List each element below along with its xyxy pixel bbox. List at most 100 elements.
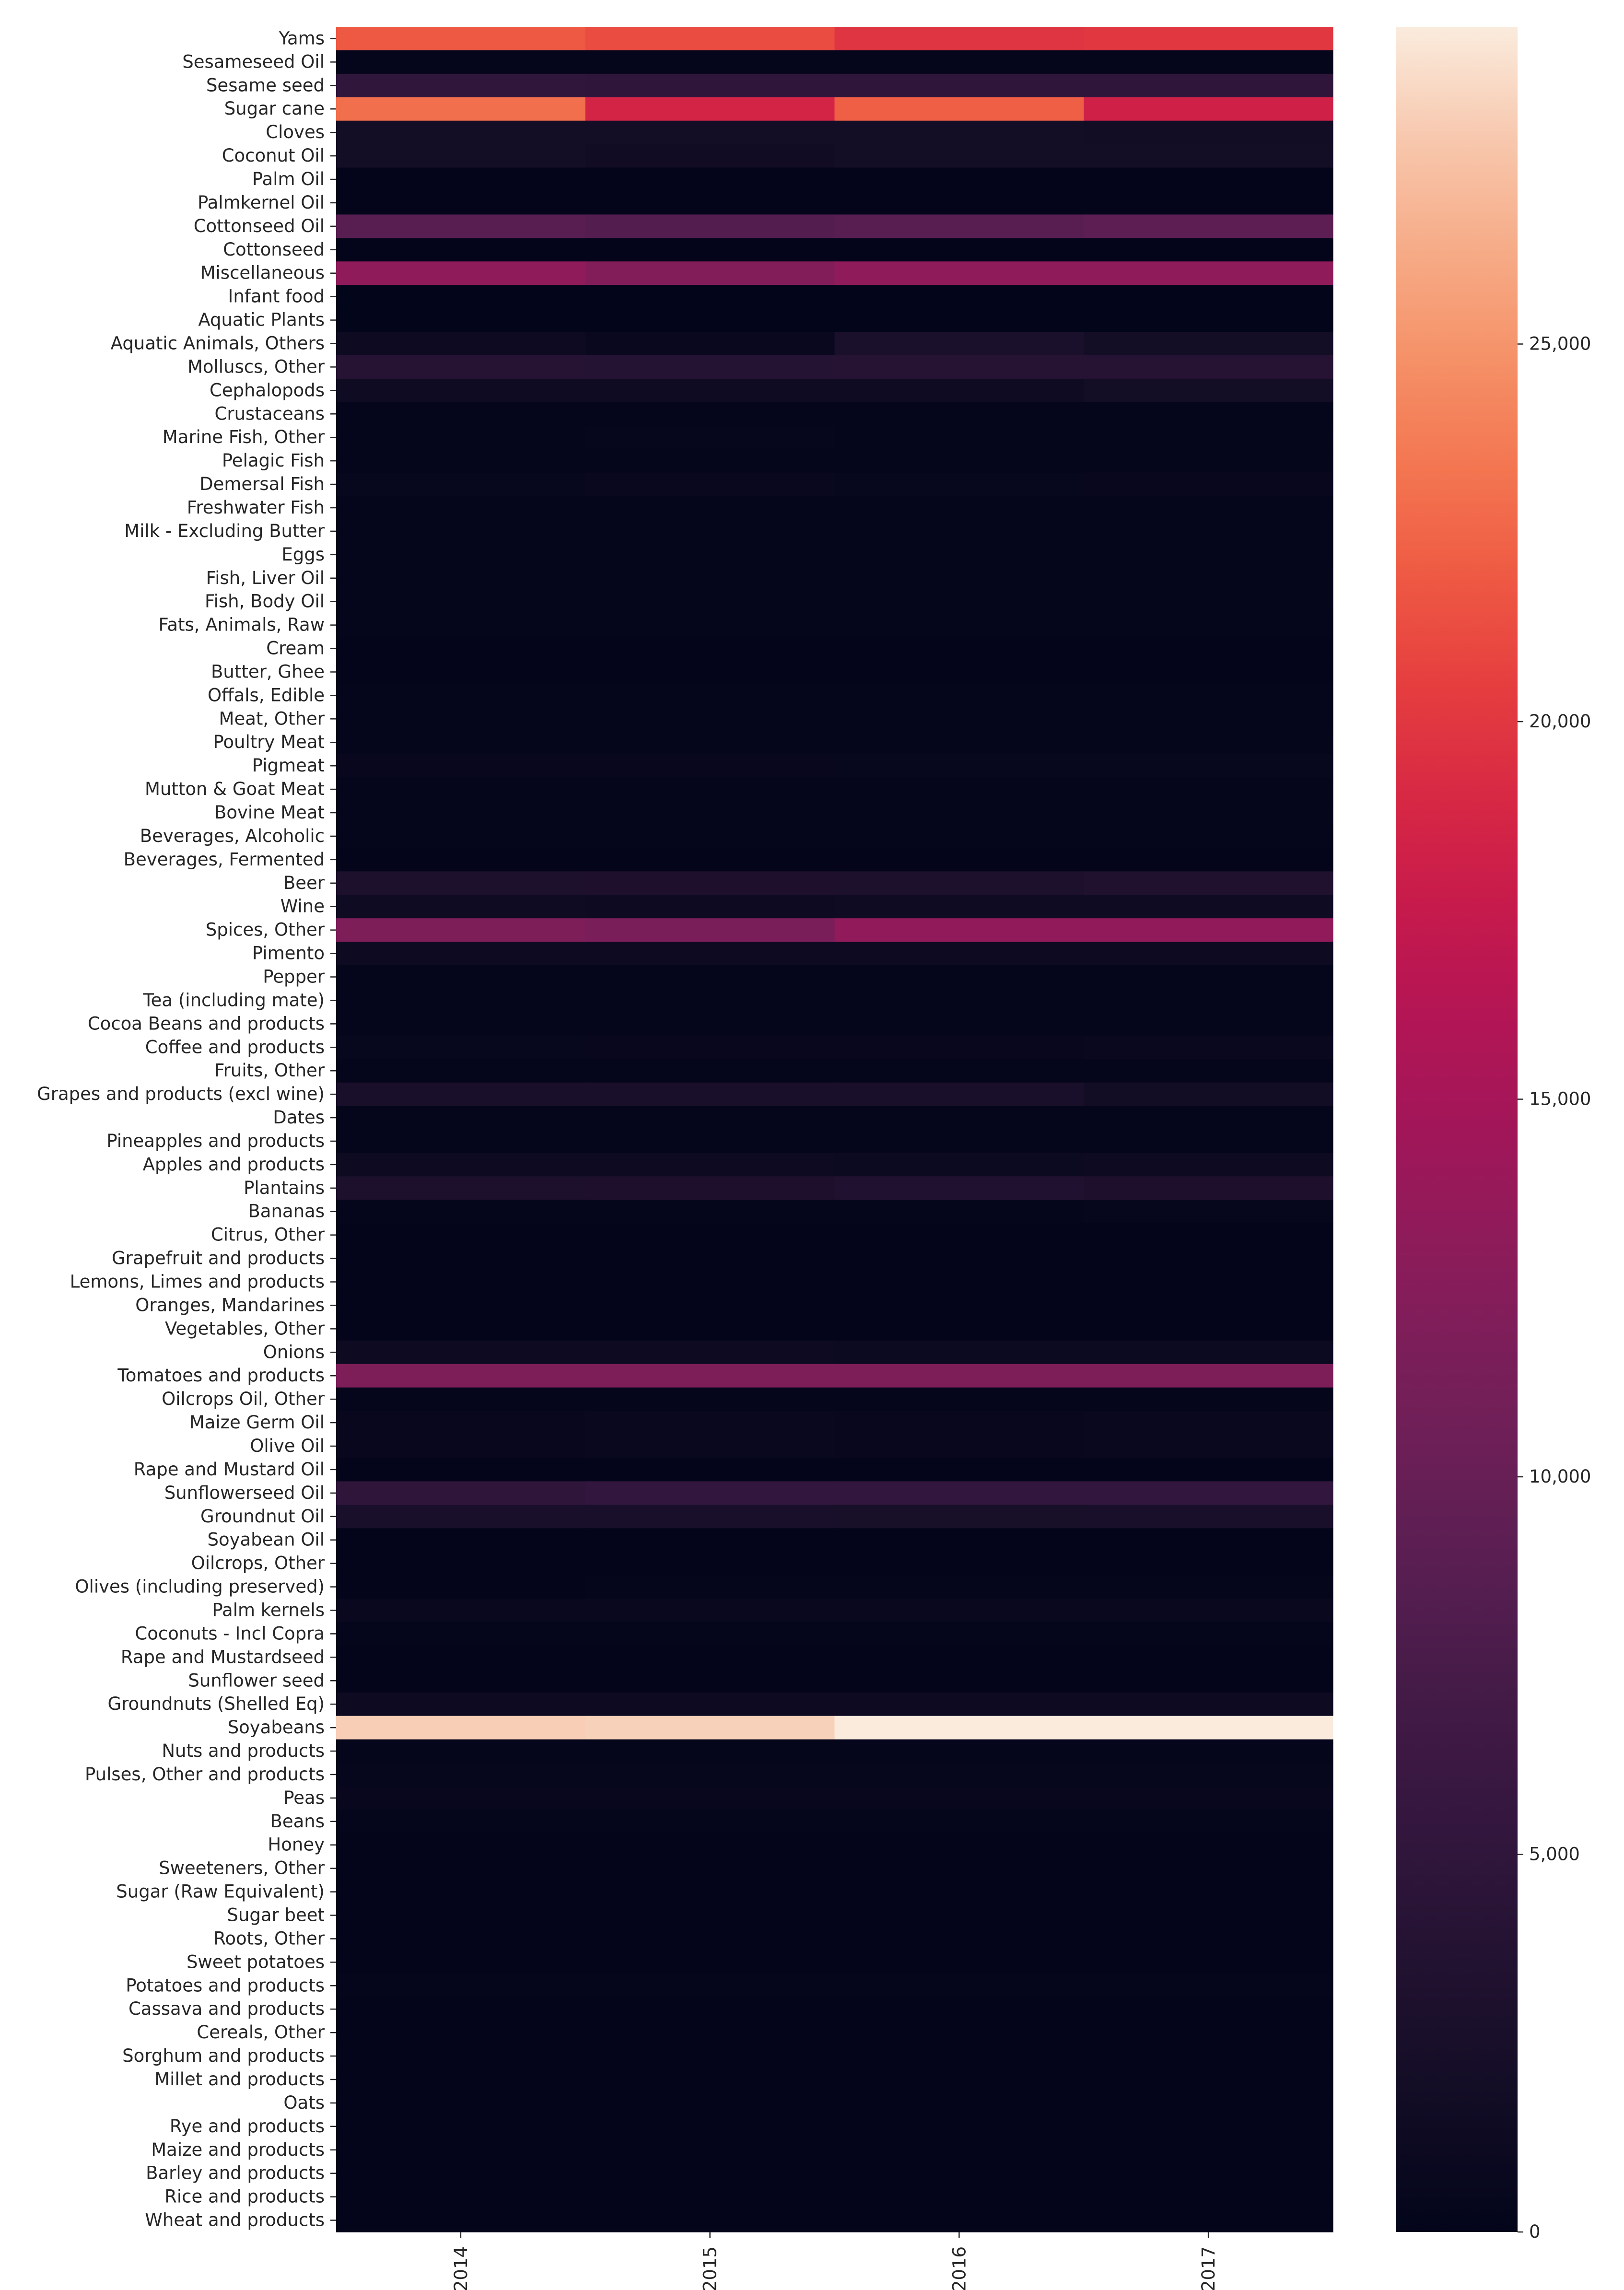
heatmap-cell xyxy=(585,1082,835,1107)
heatmap-cell xyxy=(834,27,1084,51)
heatmap-cell xyxy=(585,1599,835,1623)
heatmap-cell xyxy=(336,2161,586,2185)
y-tick-label: Fats, Animals, Raw xyxy=(158,615,325,635)
y-tick-label: Cephalopods xyxy=(210,380,325,400)
heatmap-cell xyxy=(336,988,586,1013)
heatmap-cell xyxy=(336,1810,586,1834)
heatmap-cell xyxy=(336,402,586,426)
heatmap-cell xyxy=(336,1599,586,1623)
heatmap-cell xyxy=(1084,1012,1333,1036)
heatmap-cell xyxy=(336,660,586,684)
y-tick-label: Pepper xyxy=(263,966,325,987)
heatmap-cell xyxy=(834,848,1084,872)
heatmap-cell xyxy=(834,965,1084,989)
heatmap-cell xyxy=(834,2208,1084,2232)
heatmap-cell xyxy=(834,1739,1084,1764)
heatmap-cell xyxy=(336,308,586,332)
heatmap-cell xyxy=(585,1997,835,2021)
heatmap-cell xyxy=(1084,2021,1333,2045)
heatmap-cell xyxy=(1084,2208,1333,2232)
heatmap-cell xyxy=(1084,918,1333,942)
heatmap-cell xyxy=(834,1176,1084,1200)
heatmap-cell xyxy=(834,543,1084,567)
heatmap-cell xyxy=(834,1270,1084,1294)
heatmap-cell xyxy=(834,120,1084,145)
heatmap-cell xyxy=(834,942,1084,966)
heatmap-cell xyxy=(336,965,586,989)
heatmap-cell xyxy=(585,1833,835,1857)
heatmap-cell xyxy=(336,2185,586,2209)
y-tick-label: Spices, Other xyxy=(206,920,325,940)
heatmap-cell xyxy=(1084,1481,1333,1505)
x-tick-label: 2014 xyxy=(451,2246,471,2290)
y-tick-label: Sugar cane xyxy=(224,98,325,119)
heatmap-cell xyxy=(585,2185,835,2209)
y-tick-label: Fish, Liver Oil xyxy=(206,568,325,588)
heatmap-cell xyxy=(1084,2091,1333,2115)
heatmap-cell xyxy=(834,73,1084,98)
heatmap-cell xyxy=(834,1458,1084,1482)
heatmap-cell xyxy=(1084,472,1333,497)
heatmap-cell xyxy=(336,1458,586,1482)
heatmap-cell xyxy=(336,1880,586,1904)
colorbar-tick-label: 25,000 xyxy=(1529,334,1591,354)
heatmap-cell xyxy=(336,1434,586,1459)
y-tick-label: Peas xyxy=(283,1788,325,1808)
heatmap-cell xyxy=(834,1880,1084,1904)
heatmap-cell xyxy=(585,425,835,450)
y-tick-label: Fish, Body Oil xyxy=(205,591,325,612)
heatmap-cell xyxy=(1084,1950,1333,1975)
heatmap-cell xyxy=(585,378,835,403)
heatmap-cell xyxy=(336,238,586,262)
heatmap-cell xyxy=(834,1247,1084,1271)
y-tick-label: Sweet potatoes xyxy=(187,1951,325,1972)
heatmap-cell xyxy=(1084,1082,1333,1107)
colorbar-gradient xyxy=(1396,27,1518,2232)
heatmap-cell xyxy=(336,777,586,802)
y-tick-label: Oats xyxy=(283,2092,325,2113)
y-tick-label: Pelagic Fish xyxy=(222,450,325,471)
y-tick-label: Wine xyxy=(280,896,325,917)
heatmap-cell xyxy=(336,1997,586,2021)
heatmap-cell xyxy=(585,777,835,802)
heatmap-cell xyxy=(585,730,835,755)
heatmap-cell xyxy=(336,730,586,755)
heatmap-cell xyxy=(834,801,1084,825)
heatmap-cell xyxy=(585,27,835,51)
heatmap-cell xyxy=(834,2185,1084,2209)
heatmap-cell xyxy=(834,261,1084,285)
y-tick-label: Soyabeans xyxy=(228,1717,325,1738)
heatmap-cell xyxy=(336,1364,586,1388)
heatmap-cell xyxy=(585,332,835,356)
heatmap-cell xyxy=(834,590,1084,614)
y-tick-label: Pimento xyxy=(252,943,325,964)
heatmap-cell xyxy=(336,261,586,285)
y-tick-label: Plantains xyxy=(244,1178,325,1198)
heatmap-cell xyxy=(1084,543,1333,567)
heatmap-cell xyxy=(1084,1552,1333,1576)
heatmap-cell xyxy=(585,472,835,497)
y-tick-label: Yams xyxy=(279,28,325,48)
heatmap-cell xyxy=(336,27,586,51)
y-tick-label: Dates xyxy=(273,1107,325,1128)
heatmap-cell xyxy=(1084,1599,1333,1623)
y-tick-label: Cereals, Other xyxy=(197,2022,325,2043)
heatmap-cell xyxy=(834,1223,1084,1247)
y-tick-label: Sweeteners, Other xyxy=(159,1858,325,1879)
heatmap-cell xyxy=(834,1552,1084,1576)
heatmap-cell xyxy=(1084,590,1333,614)
heatmap-cell xyxy=(585,1786,835,1810)
heatmap-cell xyxy=(1084,613,1333,637)
y-tick-label: Tea (including mate) xyxy=(142,990,325,1010)
heatmap-cell xyxy=(834,1669,1084,1693)
heatmap-cell xyxy=(336,97,586,121)
heatmap-cell xyxy=(1084,1293,1333,1318)
heatmap-cell xyxy=(585,801,835,825)
heatmap-cell xyxy=(1084,566,1333,590)
heatmap-cell xyxy=(1084,167,1333,192)
heatmap-cell xyxy=(834,895,1084,919)
heatmap-cell xyxy=(585,2161,835,2185)
heatmap-cell xyxy=(336,2044,586,2068)
heatmap-cell xyxy=(336,472,586,497)
heatmap-cell xyxy=(585,1716,835,1740)
